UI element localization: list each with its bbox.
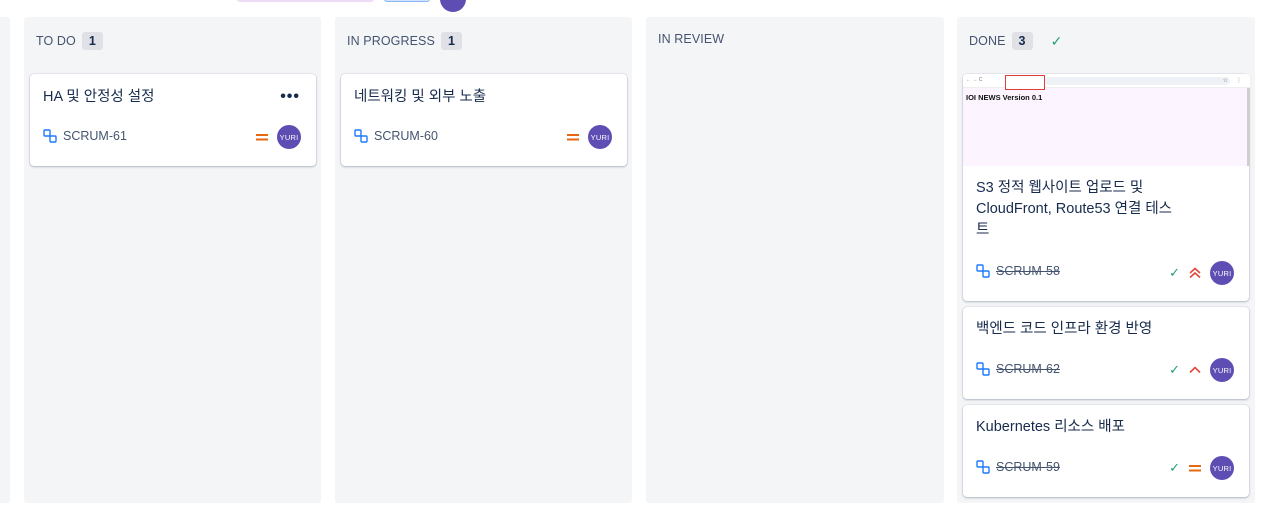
assignee-avatar[interactable]: YURI bbox=[1210, 358, 1234, 382]
issue-count-badge: 3 bbox=[1011, 32, 1033, 50]
assignee-avatar[interactable]: YURI bbox=[1210, 261, 1234, 285]
issue-key[interactable]: SCRUM-58 bbox=[996, 264, 1060, 278]
subtask-icon bbox=[976, 264, 990, 278]
more-horizontal-icon[interactable]: ••• bbox=[280, 88, 300, 106]
column-header-in-progress: IN PROGRESS 1 bbox=[347, 32, 462, 50]
check-icon: ✓ bbox=[1169, 460, 1180, 475]
filter-chip-selected[interactable] bbox=[384, 0, 430, 2]
menu-icon: ⋮ bbox=[1236, 78, 1242, 84]
priority-medium-icon bbox=[1189, 465, 1201, 472]
card-meta: ✓ YURI bbox=[1169, 261, 1234, 285]
avatar[interactable] bbox=[440, 0, 466, 12]
priority-high-icon bbox=[1189, 366, 1201, 374]
issue-key-row: SCRUM-61 bbox=[43, 129, 127, 143]
issue-card[interactable]: 백엔드 코드 인프라 환경 반영 SCRUM-62 ✓ YURI bbox=[963, 307, 1249, 399]
star-icon: ☆ bbox=[1222, 78, 1228, 84]
card-meta: YURI bbox=[255, 125, 301, 149]
browser-nav-icons: ← → C bbox=[966, 77, 983, 83]
issue-summary: S3 정적 웹사이트 업로드 및 CloudFront, Route53 연결 … bbox=[976, 178, 1216, 241]
issue-key-row: SCRUM-59 bbox=[976, 460, 1060, 474]
thumbnail-scrollbar bbox=[1247, 88, 1250, 166]
priority-medium-icon bbox=[256, 134, 268, 141]
column-title: IN REVIEW bbox=[658, 32, 725, 46]
filter-chip[interactable] bbox=[237, 0, 374, 2]
check-icon: ✓ bbox=[1169, 362, 1180, 377]
issue-key-row: SCRUM-58 bbox=[976, 264, 1060, 278]
column-in-review: IN REVIEW bbox=[646, 17, 944, 503]
top-toolbar bbox=[0, 0, 1265, 12]
subtask-icon bbox=[976, 362, 990, 376]
column-title: IN PROGRESS bbox=[347, 34, 435, 48]
subtask-icon bbox=[43, 129, 57, 143]
browser-url-bar bbox=[1045, 77, 1230, 85]
card-meta: YURI bbox=[566, 125, 612, 149]
issue-summary: 백엔드 코드 인프라 환경 반영 bbox=[976, 321, 1153, 337]
issue-key-row: SCRUM-60 bbox=[354, 129, 438, 143]
issue-key-row: SCRUM-62 bbox=[976, 362, 1060, 376]
issue-card[interactable]: ← → C ☆ ⋮ IOI NEWS Version 0.1 S3 정적 웹사이… bbox=[963, 74, 1250, 301]
summary-line: S3 정적 웹사이트 업로드 및 bbox=[976, 180, 1144, 196]
issue-summary: 네트워킹 및 외부 노출 bbox=[354, 89, 487, 105]
priority-medium-icon bbox=[567, 134, 579, 141]
column-header-in-review: IN REVIEW bbox=[658, 32, 724, 46]
column-header-done: DONE 3 ✓ bbox=[969, 32, 1062, 50]
issue-count-badge: 1 bbox=[81, 32, 103, 50]
issue-key[interactable]: SCRUM-61 bbox=[63, 129, 127, 143]
column-in-progress: IN PROGRESS 1 네트워킹 및 외부 노출 SCRUM-60 YURI bbox=[335, 17, 632, 503]
issue-summary: HA 및 안정성 설정 bbox=[43, 89, 155, 105]
issue-count-badge: 1 bbox=[440, 32, 462, 50]
summary-line: CloudFront, Route53 연결 테스 bbox=[976, 201, 1173, 217]
priority-highest-icon bbox=[1189, 267, 1201, 279]
issue-card[interactable]: 네트워킹 및 외부 노출 SCRUM-60 YURI bbox=[341, 74, 627, 166]
subtask-icon bbox=[976, 460, 990, 474]
assignee-avatar[interactable]: YURI bbox=[1210, 456, 1234, 480]
assignee-avatar[interactable]: YURI bbox=[277, 125, 301, 149]
issue-card[interactable]: Kubernetes 리소스 배포 SCRUM-59 ✓ YURI bbox=[963, 405, 1249, 497]
issue-key[interactable]: SCRUM-60 bbox=[374, 129, 438, 143]
issue-key[interactable]: SCRUM-62 bbox=[996, 362, 1060, 376]
check-icon: ✓ bbox=[1169, 265, 1180, 280]
subtask-icon bbox=[354, 129, 368, 143]
issue-summary: Kubernetes 리소스 배포 bbox=[976, 419, 1125, 435]
card-meta: ✓ YURI bbox=[1169, 456, 1234, 480]
issue-card[interactable]: HA 및 안정성 설정 ••• SCRUM-61 YURI bbox=[30, 74, 316, 166]
column-todo: TO DO 1 HA 및 안정성 설정 ••• SCRUM-61 YURI bbox=[24, 17, 321, 503]
column-title: TO DO bbox=[36, 34, 76, 48]
card-cover-image: ← → C ☆ ⋮ IOI NEWS Version 0.1 bbox=[963, 74, 1250, 166]
column-header-todo: TO DO 1 bbox=[36, 32, 103, 50]
issue-key[interactable]: SCRUM-59 bbox=[996, 460, 1060, 474]
summary-line: 트 bbox=[976, 222, 990, 238]
board-column-previous-edge bbox=[0, 17, 10, 503]
check-icon: ✓ bbox=[1050, 32, 1063, 49]
column-title: DONE bbox=[969, 34, 1006, 48]
assignee-avatar[interactable]: YURI bbox=[588, 125, 612, 149]
highlighted-url-box bbox=[1005, 75, 1045, 90]
card-meta: ✓ YURI bbox=[1169, 358, 1234, 382]
column-done: DONE 3 ✓ ← → C ☆ ⋮ IOI NEWS Version 0.1 … bbox=[957, 17, 1255, 503]
thumbnail-page-text: IOI NEWS Version 0.1 bbox=[966, 93, 1043, 102]
